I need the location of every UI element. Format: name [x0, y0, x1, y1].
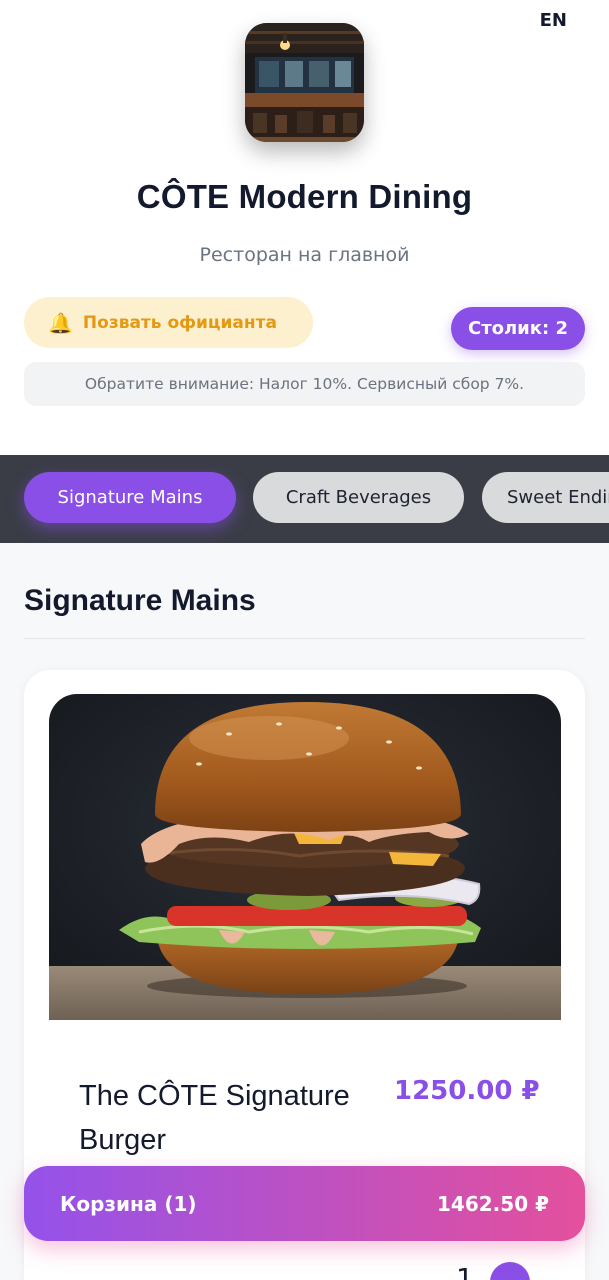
restaurant-subtitle: Ресторан на главной [199, 244, 410, 266]
cart-button[interactable]: Корзина (1) 1462.50 ₽ [24, 1166, 585, 1241]
restaurant-logo [245, 23, 364, 142]
category-tabs: Signature Mains Craft Beverages Sweet En… [0, 455, 609, 543]
language-switch[interactable]: EN [540, 10, 567, 31]
cart-total: 1462.50 ₽ [437, 1191, 549, 1216]
bell-icon: 🔔 [48, 310, 73, 335]
call-waiter-button[interactable]: 🔔 Позвать официанта [24, 297, 313, 348]
restaurant-header: EN CÔTE Modern Dining Ресторан на главно… [0, 0, 609, 455]
cart-label: Корзина (1) [60, 1191, 197, 1216]
tab-signature-mains[interactable]: Signature Mains [24, 472, 236, 523]
item-quantity: 1 [456, 1262, 474, 1280]
call-waiter-label: Позвать официанта [82, 312, 277, 333]
tab-sweet-endings[interactable]: Sweet Endings [482, 472, 609, 523]
item-image [49, 694, 561, 1020]
section-title: Signature Mains [24, 584, 256, 617]
item-price: 1250.00 ₽ [394, 1076, 540, 1106]
tab-craft-beverages[interactable]: Craft Beverages [253, 472, 464, 523]
table-number-badge: Столик: 2 [451, 307, 585, 350]
restaurant-name: CÔTE Modern Dining [136, 178, 473, 215]
tax-notice: Обратите внимание: Налог 10%. Сервисный … [24, 362, 585, 406]
section-divider [24, 638, 585, 639]
item-name: The CÔTE Signature Burger [79, 1080, 350, 1156]
